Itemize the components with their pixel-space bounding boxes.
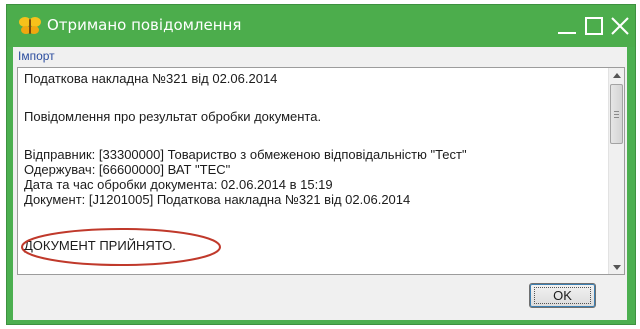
butterfly-app-icon — [19, 17, 41, 34]
ok-button[interactable]: OK — [529, 283, 596, 308]
vertical-scrollbar[interactable] — [608, 68, 624, 274]
scroll-thumb[interactable] — [610, 84, 623, 144]
result-notice-line: Повідомлення про результат обробки докум… — [24, 109, 322, 124]
dialog-body: Імпорт Податкова накладна №321 від 02.06… — [13, 47, 627, 320]
message-dialog: Отримано повідомлення Імпорт Податкова н… — [6, 4, 636, 325]
sender-line: Відправник: [33300000] Товариство з обме… — [24, 147, 467, 162]
maximize-icon[interactable] — [583, 15, 605, 37]
minimize-icon[interactable] — [556, 15, 578, 37]
scroll-down-arrow-icon[interactable] — [609, 260, 625, 274]
invoice-line: Податкова накладна №321 від 02.06.2014 — [24, 71, 278, 86]
import-section-label: Імпорт — [18, 49, 55, 63]
close-icon[interactable] — [609, 15, 631, 37]
ok-button-label: OK — [553, 288, 572, 303]
processing-date-line: Дата та час обробки документа: 02.06.201… — [24, 177, 333, 192]
document-line: Документ: [J1201005] Податкова накладна … — [24, 192, 411, 207]
title-bar[interactable]: Отримано повідомлення — [7, 5, 635, 47]
red-highlight-ellipse — [21, 228, 221, 266]
window-title: Отримано повідомлення — [47, 16, 242, 34]
recipient-line: Одержувач: [66600000] ВАТ "ТЕС" — [24, 162, 231, 177]
scroll-up-arrow-icon[interactable] — [609, 68, 625, 82]
message-text-area[interactable]: Податкова накладна №321 від 02.06.2014 П… — [17, 67, 625, 275]
grip-icon — [614, 110, 619, 118]
